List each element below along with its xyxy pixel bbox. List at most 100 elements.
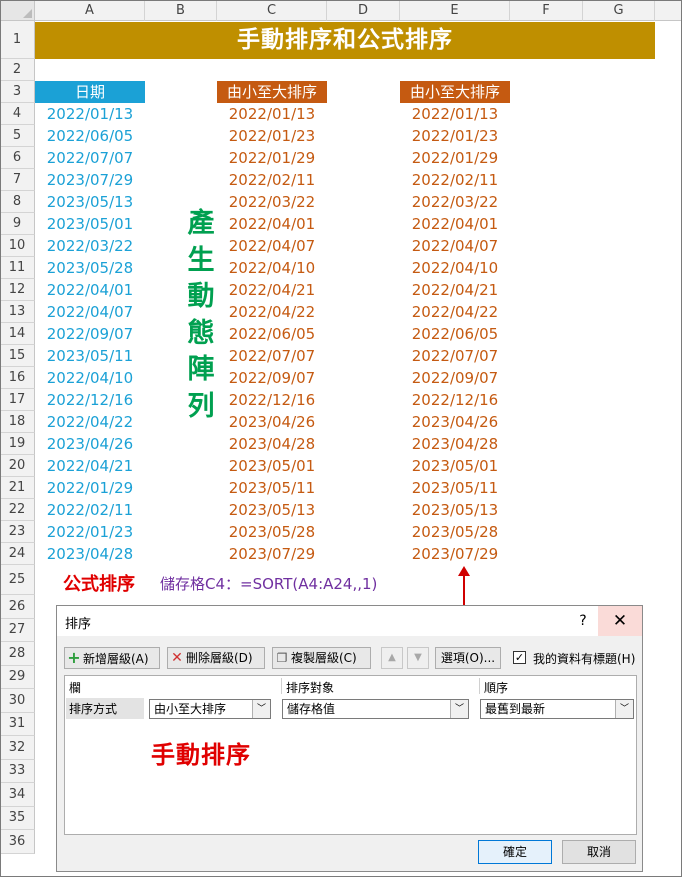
options-button[interactable]: 選項(O)... (435, 647, 501, 669)
formula-sorted-date-cell[interactable]: 2023/05/28 (400, 521, 510, 543)
row-header-28[interactable]: 28 (0, 642, 35, 666)
formula-sorted-date-cell[interactable]: 2022/03/22 (400, 191, 510, 213)
formula-sorted-date-cell[interactable]: 2023/04/28 (400, 433, 510, 455)
row-header-20[interactable]: 20 (0, 455, 35, 477)
date-cell[interactable]: 2022/04/10 (35, 367, 145, 389)
date-cell[interactable]: 2022/07/07 (35, 147, 145, 169)
close-button[interactable]: ✕ (598, 606, 642, 636)
row-header-23[interactable]: 23 (0, 521, 35, 543)
row-header-30[interactable]: 30 (0, 689, 35, 713)
row-header-32[interactable]: 32 (0, 736, 35, 760)
date-cell[interactable]: 2023/05/01 (35, 213, 145, 235)
sorted-date-cell[interactable]: 2022/06/05 (217, 323, 327, 345)
sorted-date-cell[interactable]: 2023/04/26 (217, 411, 327, 433)
sorted-date-cell[interactable]: 2022/01/23 (217, 125, 327, 147)
sorted-date-cell[interactable]: 2023/05/13 (217, 499, 327, 521)
formula-sorted-date-cell[interactable]: 2022/04/10 (400, 257, 510, 279)
date-cell[interactable]: 2022/04/22 (35, 411, 145, 433)
formula-sorted-date-cell[interactable]: 2022/04/07 (400, 235, 510, 257)
formula-sorted-date-cell[interactable]: 2022/12/16 (400, 389, 510, 411)
move-down-button[interactable]: ▼ (407, 647, 429, 669)
formula-sorted-date-cell[interactable]: 2023/04/26 (400, 411, 510, 433)
formula-sorted-date-cell[interactable]: 2022/01/13 (400, 103, 510, 125)
formula-sorted-date-cell[interactable]: 2022/04/22 (400, 301, 510, 323)
sort-on-select[interactable]: 儲存格值 ﹀ (282, 699, 469, 719)
select-all-corner[interactable] (0, 0, 35, 21)
row-header-12[interactable]: 12 (0, 279, 35, 301)
date-cell[interactable]: 2022/06/05 (35, 125, 145, 147)
row-header-16[interactable]: 16 (0, 367, 35, 389)
row-header-36[interactable]: 36 (0, 830, 35, 854)
row-header-13[interactable]: 13 (0, 301, 35, 323)
column-header-c[interactable]: C (217, 0, 327, 21)
row-header-33[interactable]: 33 (0, 759, 35, 783)
sorted-date-cell[interactable]: 2022/01/29 (217, 147, 327, 169)
sorted-date-cell[interactable]: 2022/07/07 (217, 345, 327, 367)
sorted-date-cell[interactable]: 2023/05/11 (217, 477, 327, 499)
date-cell[interactable]: 2022/01/23 (35, 521, 145, 543)
row-header-22[interactable]: 22 (0, 499, 35, 521)
row-header-19[interactable]: 19 (0, 433, 35, 455)
formula-sorted-date-cell[interactable]: 2023/07/29 (400, 543, 510, 565)
row-header-1[interactable]: 1 (0, 21, 35, 59)
row-header-24[interactable]: 24 (0, 543, 35, 565)
row-header-8[interactable]: 8 (0, 191, 35, 213)
row-header-2[interactable]: 2 (0, 59, 35, 81)
column-header-d[interactable]: D (327, 0, 400, 21)
formula-sorted-date-cell[interactable]: 2022/02/11 (400, 169, 510, 191)
formula-sorted-date-cell[interactable]: 2023/05/11 (400, 477, 510, 499)
row-header-35[interactable]: 35 (0, 806, 35, 830)
date-cell[interactable]: 2022/03/22 (35, 235, 145, 257)
has-headers-checkbox[interactable]: ✓ (513, 651, 526, 664)
column-header-a[interactable]: A (35, 0, 145, 21)
column-header-e[interactable]: E (400, 0, 510, 21)
delete-level-button[interactable]: ✕ 刪除層級(D) (167, 647, 265, 669)
sorted-date-cell[interactable]: 2022/04/21 (217, 279, 327, 301)
row-header-17[interactable]: 17 (0, 389, 35, 411)
date-cell[interactable]: 2023/05/13 (35, 191, 145, 213)
date-cell[interactable]: 2022/04/01 (35, 279, 145, 301)
formula-sorted-date-cell[interactable]: 2022/06/05 (400, 323, 510, 345)
sorted-date-cell[interactable]: 2022/04/22 (217, 301, 327, 323)
row-header-26[interactable]: 26 (0, 595, 35, 619)
row-header-3[interactable]: 3 (0, 81, 35, 103)
ok-button[interactable]: 確定 (478, 840, 552, 864)
move-up-button[interactable]: ▲ (381, 647, 403, 669)
formula-sorted-date-cell[interactable]: 2022/04/21 (400, 279, 510, 301)
date-cell[interactable]: 2022/01/13 (35, 103, 145, 125)
date-cell[interactable]: 2022/09/07 (35, 323, 145, 345)
row-header-5[interactable]: 5 (0, 125, 35, 147)
date-cell[interactable]: 2022/12/16 (35, 389, 145, 411)
cancel-button[interactable]: 取消 (562, 840, 636, 864)
row-header-15[interactable]: 15 (0, 345, 35, 367)
formula-sorted-date-cell[interactable]: 2022/04/01 (400, 213, 510, 235)
sorted-date-cell[interactable]: 2023/05/01 (217, 455, 327, 477)
date-cell[interactable]: 2023/05/11 (35, 345, 145, 367)
column-header-g[interactable]: G (583, 0, 655, 21)
row-header-4[interactable]: 4 (0, 103, 35, 125)
sorted-date-cell[interactable]: 2023/07/29 (217, 543, 327, 565)
formula-sorted-date-cell[interactable]: 2023/05/13 (400, 499, 510, 521)
row-header-34[interactable]: 34 (0, 783, 35, 807)
column-header-f[interactable]: F (510, 0, 583, 21)
date-cell[interactable]: 2022/04/21 (35, 455, 145, 477)
row-header-9[interactable]: 9 (0, 213, 35, 235)
date-cell[interactable]: 2022/02/11 (35, 499, 145, 521)
formula-sorted-date-cell[interactable]: 2023/05/01 (400, 455, 510, 477)
row-header-14[interactable]: 14 (0, 323, 35, 345)
date-cell[interactable]: 2022/04/07 (35, 301, 145, 323)
formula-sorted-date-cell[interactable]: 2022/09/07 (400, 367, 510, 389)
copy-level-button[interactable]: ❐ 複製層級(C) (272, 647, 371, 669)
row-header-6[interactable]: 6 (0, 147, 35, 169)
date-cell[interactable]: 2023/05/28 (35, 257, 145, 279)
formula-sorted-date-cell[interactable]: 2022/01/29 (400, 147, 510, 169)
sorted-date-cell[interactable]: 2022/04/01 (217, 213, 327, 235)
formula-sorted-date-cell[interactable]: 2022/07/07 (400, 345, 510, 367)
row-header-27[interactable]: 27 (0, 618, 35, 642)
help-button[interactable]: ? (565, 606, 601, 636)
sorted-date-cell[interactable]: 2023/04/28 (217, 433, 327, 455)
row-header-31[interactable]: 31 (0, 712, 35, 736)
row-header-21[interactable]: 21 (0, 477, 35, 499)
date-cell[interactable]: 2023/04/28 (35, 543, 145, 565)
row-header-29[interactable]: 29 (0, 665, 35, 689)
